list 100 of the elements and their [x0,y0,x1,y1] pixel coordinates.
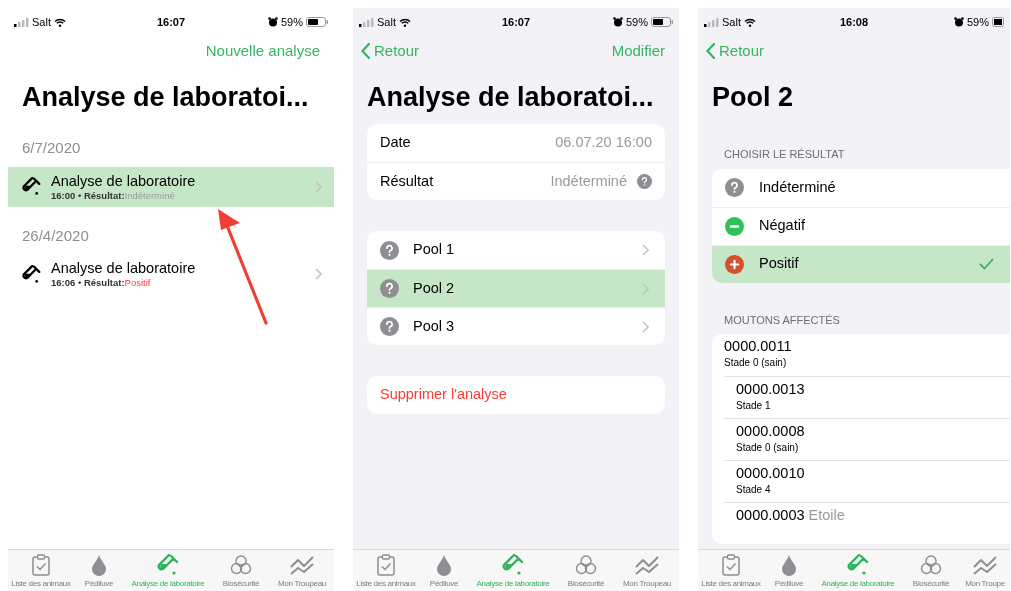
tab-bar-item[interactable]: Mon Troupe [960,550,1010,591]
test-tube-icon [502,554,524,576]
carrier-label: Salt [377,14,396,30]
pool-label: Pool 3 [413,316,456,336]
wifi-icon [743,17,756,27]
option-label: Positif [759,254,800,274]
carrier-label: Salt [32,14,51,30]
clock-time: 16:07 [501,14,531,30]
battery-percent: 59% [280,14,303,30]
clock-time: 16:07 [156,14,186,30]
screen-title: Analyse de laboratoi... [366,81,655,114]
option-label: Négatif [759,216,806,236]
clipboard-check-icon [377,554,395,576]
info-value: 06.07.20 16:00 [555,133,652,153]
row-subtitle: 16:06 • Résultat:Positif [51,277,152,289]
section-date-header: 26/4/2020 [21,225,90,246]
chevron-left-icon [361,43,370,59]
signal-icon [359,17,374,27]
section-header: MOUTONS AFFECTÉS [723,312,841,328]
analysis-row[interactable]: Analyse de laboratoire 16:00 • Résultat:Indéterminé [8,166,334,207]
tab-bar-item[interactable]: Mon Troupeau [615,550,679,591]
battery-icon [651,17,673,27]
info-label: Résultat [380,171,434,191]
chevron-right-icon [642,244,649,256]
alarm-icon [953,17,964,27]
clock-time: 16:08 [839,14,869,30]
alarm-icon [612,17,623,27]
drop-icon [437,555,451,576]
tab-bar-item[interactable]: Liste des animaux [698,550,764,591]
sheep-id: 0000.0003 [736,506,805,525]
tab-bar-item[interactable]: Biosécurité [212,550,270,591]
plus-circle-icon [725,254,744,274]
nav-action-button[interactable]: Nouvelle analyse [205,39,326,63]
wifi-icon [53,17,66,27]
drop-icon [782,555,796,576]
screen-title: Analyse de laboratoi... [21,81,310,114]
checkmark-icon [979,258,994,270]
chevron-right-icon [315,268,322,280]
section-header: CHOISIR LE RÉSULTAT [723,147,846,162]
tab-bar-item[interactable]: Biosécurité [557,550,615,591]
sheep-tag: Etoile [808,505,845,525]
nav-action-button[interactable]: Modifier [611,39,671,63]
sheep-stage: Stade 1 [736,399,772,413]
tab-bar-item[interactable]: Liste des animaux [8,550,74,591]
tab-bar-item[interactable]: Pédiluve [74,550,124,591]
battery-percent: 59% [966,14,989,30]
pool-label: Pool 2 [413,278,456,298]
result-option[interactable]: Positif [712,244,1010,283]
info-label: Date [380,133,411,153]
battery-percent: 59% [625,14,648,30]
chevron-right-icon [315,180,322,193]
sheep-id: 0000.0008 [736,422,805,441]
biohazard-icon [575,554,597,576]
wifi-icon [398,17,411,27]
tab-bar-item[interactable]: Analyse de laboratoire [814,550,902,591]
signal-icon [14,17,29,27]
section-date-header: 6/7/2020 [21,138,82,158]
back-button[interactable]: Retour [706,39,765,63]
tab-bar-item[interactable]: Pédiluve [419,550,469,591]
sheep-id: 0000.0010 [736,464,805,483]
back-button[interactable]: Retour [361,39,420,63]
delete-analysis-button[interactable]: Supprimer l'analyse [367,376,665,414]
sheep-stage: Stade 4 [736,483,772,497]
chevron-right-icon [642,320,649,333]
row-title: Analyse de laboratoire [51,171,197,190]
tab-bar-item[interactable]: Biosécurité [902,550,960,591]
tab-bar-item[interactable]: Analyse de laboratoire [124,550,212,591]
minus-circle-icon [725,216,744,236]
battery-icon [306,17,328,27]
alarm-icon [267,17,278,27]
question-circle-icon [725,178,744,197]
tab-bar-item[interactable]: Liste des animaux [353,550,419,591]
tab-bar-item[interactable]: Pédiluve [764,550,814,591]
sheep-stage: Stade 0 (sain) [736,441,800,455]
drop-icon [92,555,106,576]
option-label: Indéterminé [759,177,837,197]
biohazard-icon [230,554,252,576]
sheep-id: 0000.0011 [724,337,792,356]
tab-bar-item[interactable]: Mon Troupeau [270,550,334,591]
test-tube-icon [847,554,869,576]
screen-title: Pool 2 [711,81,794,114]
row-subtitle: 16:00 • Résultat:Indéterminé [51,189,176,202]
battery-icon [992,17,1004,27]
test-tube-icon [22,264,41,284]
line-chart-icon [290,554,314,576]
sheep-stage: Stade 0 (sain) [724,356,788,370]
tab-bar-item[interactable]: Analyse de laboratoire [469,550,557,591]
line-chart-icon [635,554,659,576]
clipboard-check-icon [722,554,740,576]
sheep-id: 0000.0013 [736,380,805,399]
row-title: Analyse de laboratoire [51,259,197,277]
info-value: Indéterminé [550,171,627,191]
clipboard-check-icon [32,554,50,576]
carrier-label: Salt [722,14,741,30]
chevron-left-icon [706,43,715,59]
line-chart-icon [973,554,997,576]
test-tube-icon [22,177,41,196]
pool-row[interactable]: Pool 2 [367,269,665,307]
biohazard-icon [920,554,942,576]
signal-icon [704,17,719,27]
